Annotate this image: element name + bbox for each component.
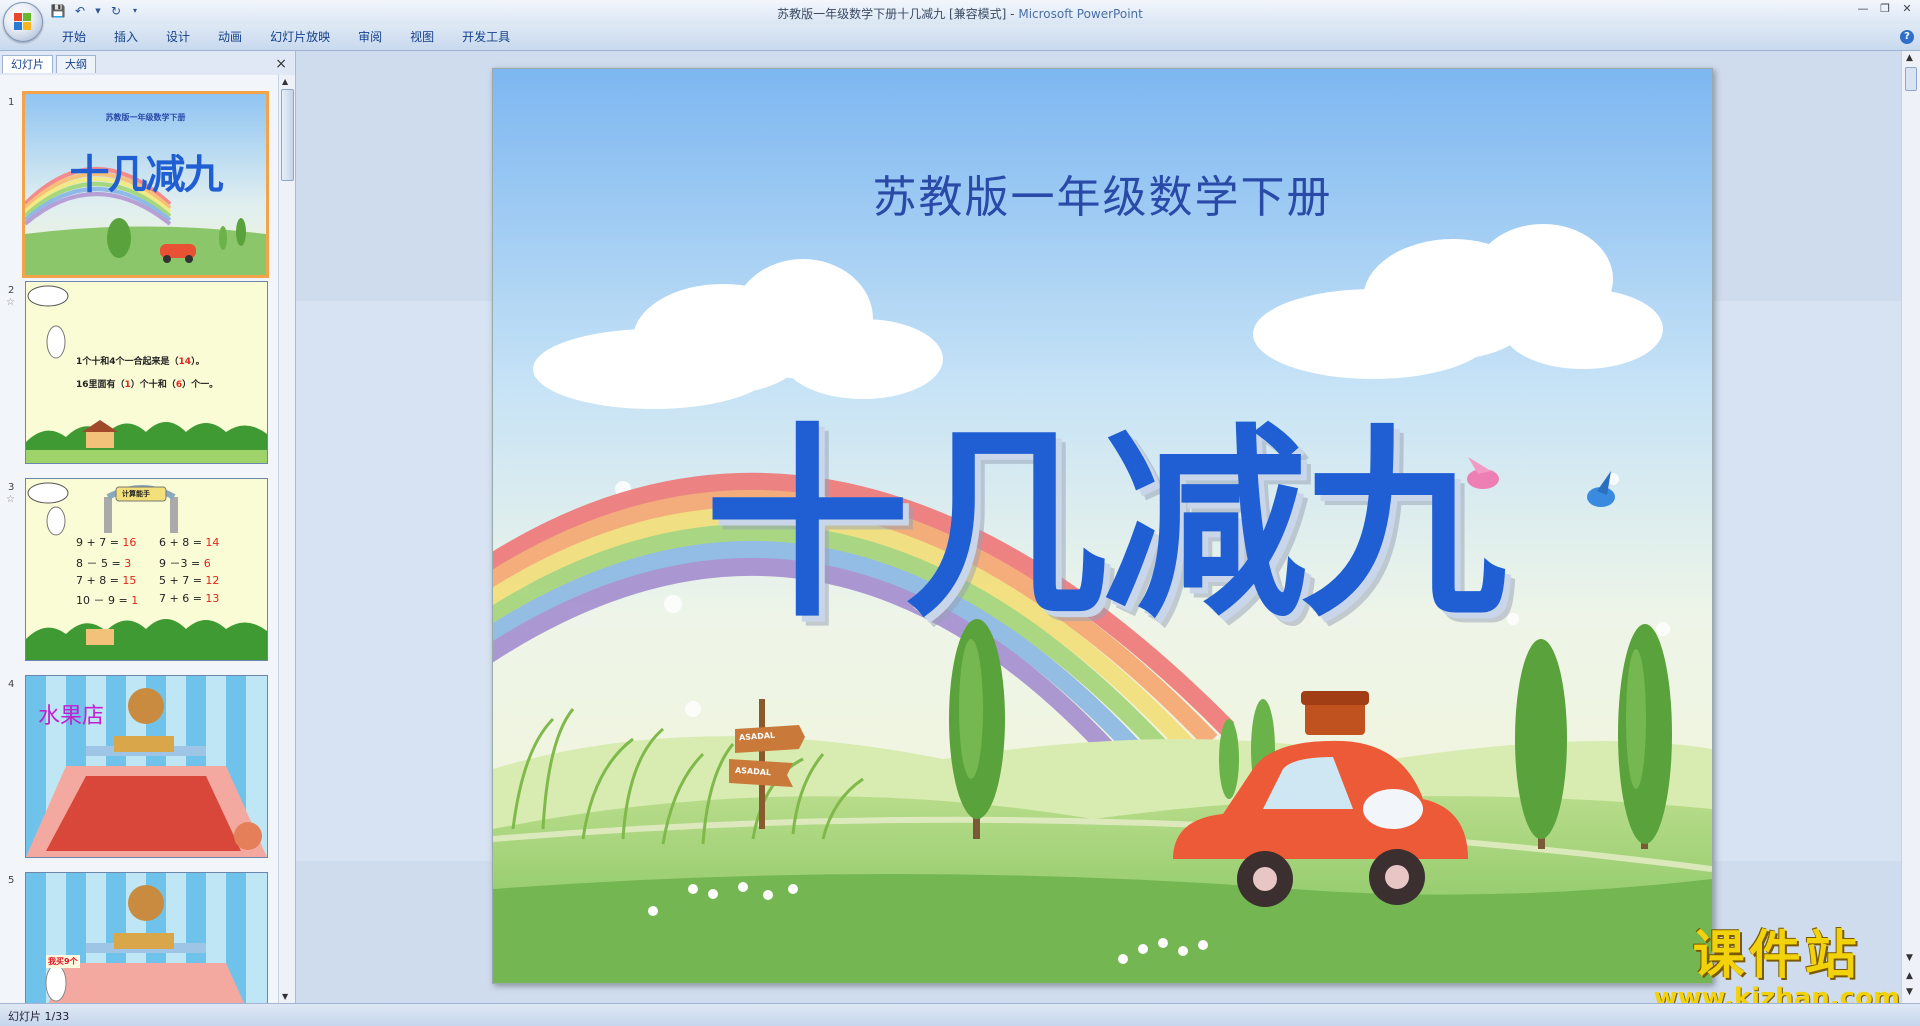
thumbnail-number: 5 xyxy=(8,875,15,886)
tab-home[interactable]: 开始 xyxy=(48,29,100,45)
slide-title[interactable]: 十几减九 xyxy=(493,359,1712,656)
slides-panel: 幻灯片 大纲 × 1 苏教版一年级数学下册 十几减九 2 ☆ 1个十和4个一合起… xyxy=(0,51,296,1003)
animation-star-icon: ☆ xyxy=(6,297,15,308)
thumbnail-number: 1 xyxy=(8,97,15,108)
tab-insert[interactable]: 插入 xyxy=(100,29,152,45)
thumbnail-shop-sign: 水果店 xyxy=(38,704,105,729)
window-controls: — ❐ ✕ xyxy=(1856,2,1914,16)
slide-thumbnail-4[interactable]: 水果店 xyxy=(25,675,268,858)
watermark: 课件站 www.kjzhan.com xyxy=(1654,928,1900,1012)
restore-icon[interactable]: ❐ xyxy=(1878,2,1892,16)
scroll-down-icon[interactable]: ▼ xyxy=(282,992,288,1001)
thumbnail-3-scene xyxy=(26,479,267,660)
tab-animations[interactable]: 动画 xyxy=(204,29,256,45)
tab-developer[interactable]: 开发工具 xyxy=(448,29,524,45)
equation: 8 － 5 = 3 xyxy=(76,557,132,570)
equation: 7 + 8 = 15 xyxy=(76,574,137,587)
animation-star-icon: ☆ xyxy=(6,494,15,505)
main-scrollbar[interactable]: ▲ ▼ ▲ ▼ xyxy=(1901,51,1920,1003)
scroll-up-icon[interactable]: ▲ xyxy=(282,77,288,86)
equation: 10 － 9 = 1 xyxy=(76,594,139,607)
equation: 9 + 7 = 16 xyxy=(76,536,137,549)
thumbnail-list: 1 苏教版一年级数学下册 十几减九 2 ☆ 1个十和4个一合起来是（14）。 1… xyxy=(0,75,278,1003)
scroll-down-icon[interactable]: ▼ xyxy=(1906,953,1913,963)
scrollbar-thumb[interactable] xyxy=(1905,67,1917,91)
thumbnail-title: 十几减九 xyxy=(69,151,224,198)
window-title: 苏教版一年级数学下册十几减九 [兼容模式] - Microsoft PowerP… xyxy=(0,5,1920,22)
office-logo-icon xyxy=(14,13,32,31)
previous-slide-icon[interactable]: ▲ xyxy=(1906,971,1913,981)
tab-view[interactable]: 视图 xyxy=(396,29,448,45)
title-separator: - xyxy=(1010,7,1015,21)
thumbnail-number: 2 xyxy=(8,285,15,296)
equation: 9 －3 = 6 xyxy=(159,557,211,570)
status-bar: 幻灯片 1/33 xyxy=(0,1003,1920,1026)
current-slide[interactable]: 苏教版一年级数学下册 十几减九 ASADAL ASADAL xyxy=(492,68,1713,984)
equation: 7 + 6 = 13 xyxy=(159,592,220,605)
tab-design[interactable]: 设计 xyxy=(152,29,204,45)
thumbnail-number: 3 xyxy=(8,482,15,493)
thumbnail-5-scene xyxy=(26,873,267,1003)
thumbnail-line-2: 16里面有（1）个十和（6）个一。 xyxy=(76,380,219,390)
office-button[interactable] xyxy=(3,2,43,42)
panel-close-icon[interactable]: × xyxy=(275,56,287,72)
equation: 5 + 7 = 12 xyxy=(159,574,220,587)
application-name: Microsoft PowerPoint xyxy=(1018,7,1143,21)
slide-thumbnail-3[interactable]: 计算能手 9 + 7 = 16 6 + 8 = 14 8 － 5 = 3 9 －… xyxy=(25,478,268,661)
panel-tabs: 幻灯片 大纲 × xyxy=(0,53,295,73)
slide-thumbnail-5[interactable]: 我买9个 xyxy=(25,872,268,1003)
equation: 6 + 8 = 14 xyxy=(159,536,220,549)
watermark-title: 课件站 xyxy=(1692,926,1861,986)
ribbon-tabs: 开始 插入 设计 动画 幻灯片放映 审阅 视图 开发工具 xyxy=(48,29,524,45)
title-bar: 💾 ↶ ▼ ↻ ▾ 苏教版一年级数学下册十几减九 [兼容模式] - Micros… xyxy=(0,0,1920,24)
thumbnail-banner: 计算能手 xyxy=(122,490,150,498)
close-icon[interactable]: ✕ xyxy=(1900,2,1914,16)
next-slide-icon[interactable]: ▼ xyxy=(1906,987,1913,997)
tab-slides[interactable]: 幻灯片 xyxy=(2,55,53,73)
thumbnail-line-1: 1个十和4个一合起来是（14）。 xyxy=(76,357,205,367)
tab-review[interactable]: 审阅 xyxy=(344,29,396,45)
help-icon[interactable]: ? xyxy=(1900,30,1914,44)
slide-thumbnail-1[interactable]: 苏教版一年级数学下册 十几减九 xyxy=(22,91,269,278)
thumbnail-speech: 我买9个 xyxy=(46,955,80,968)
slide-thumbnail-2[interactable]: 1个十和4个一合起来是（14）。 16里面有（1）个十和（6）个一。 xyxy=(25,281,268,464)
thumbnail-subtitle: 苏教版一年级数学下册 xyxy=(105,113,186,122)
slide-subtitle[interactable]: 苏教版一年级数学下册 xyxy=(493,161,1712,225)
scroll-up-icon[interactable]: ▲ xyxy=(1906,53,1913,63)
document-title: 苏教版一年级数学下册十几减九 [兼容模式] xyxy=(777,7,1007,21)
scrollbar-thumb[interactable] xyxy=(281,89,294,181)
slide-indicator: 幻灯片 1/33 xyxy=(8,1010,70,1023)
thumbnail-2-scene xyxy=(26,282,267,463)
minimize-icon[interactable]: — xyxy=(1856,2,1870,16)
ribbon: 开始 插入 设计 动画 幻灯片放映 审阅 视图 开发工具 xyxy=(0,24,1920,51)
thumbnail-number: 4 xyxy=(8,679,15,690)
tab-outline[interactable]: 大纲 xyxy=(56,55,96,73)
tab-slideshow[interactable]: 幻灯片放映 xyxy=(256,29,344,45)
thumbnail-scrollbar[interactable]: ▲ ▼ xyxy=(278,75,295,1003)
